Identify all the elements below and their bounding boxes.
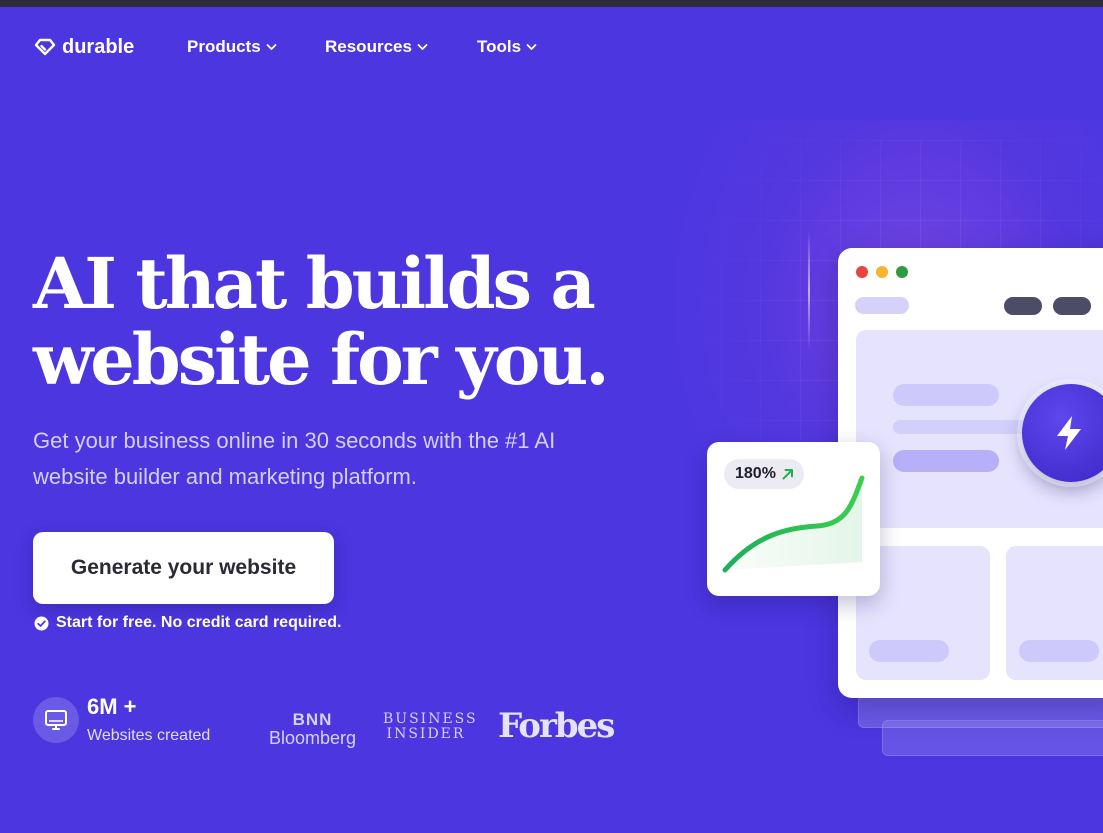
- bnn-bloomberg-logo: BNN Bloomberg: [265, 710, 360, 748]
- chevron-down-icon: [417, 44, 428, 50]
- window-dot-yellow: [876, 266, 888, 278]
- main-nav: durable Products Resources Tools: [34, 34, 537, 60]
- nav-tools-label: Tools: [477, 37, 522, 56]
- chevron-down-icon: [266, 44, 277, 50]
- chevron-down-icon: [526, 44, 537, 50]
- forbes-logo: Forbes: [498, 706, 615, 746]
- window-stack-shadow-front: [858, 694, 1103, 728]
- business-insider-logo: BUSINESS INSIDER: [383, 711, 478, 742]
- window-url-bar: [855, 297, 909, 314]
- preview-hero-line-3: [893, 450, 999, 472]
- monitor-icon-badge: [33, 697, 79, 743]
- hero-headline-line2: website for you.: [33, 318, 610, 401]
- preview-card-2-pill: [1019, 640, 1099, 662]
- bnn-logo-line1: BNN: [292, 710, 333, 729]
- growth-badge-value: 180%: [735, 465, 776, 482]
- free-note-text: Start for free. No credit card required.: [56, 614, 342, 631]
- background-light-line: [808, 230, 810, 350]
- diamond-logo-icon: [34, 38, 56, 56]
- nav-products[interactable]: Products: [187, 37, 277, 57]
- logo-text: durable: [62, 35, 135, 58]
- hero-subtitle: Get your business online in 30 seconds w…: [33, 428, 556, 489]
- bi-logo-line1: BUSINESS: [383, 711, 478, 727]
- hero-headline: AI that builds a website for you.: [33, 246, 673, 398]
- preview-hero-line-1: [893, 384, 999, 406]
- window-nav-pill-2: [1053, 297, 1091, 315]
- lightning-bolt-icon: [1057, 416, 1081, 450]
- preview-card-1-pill: [869, 640, 949, 662]
- logo-link[interactable]: durable: [34, 36, 134, 59]
- generate-website-button[interactable]: Generate your website: [33, 532, 334, 604]
- check-circle-icon: [34, 616, 49, 630]
- browser-top-bar: [0, 0, 1103, 7]
- window-dot-red: [856, 266, 868, 278]
- hero-headline-line1: AI that builds a: [33, 242, 596, 325]
- nav-resources[interactable]: Resources: [325, 37, 428, 57]
- nav-products-label: Products: [187, 37, 261, 56]
- websites-count-label: Websites created: [87, 727, 211, 744]
- nav-resources-label: Resources: [325, 37, 412, 56]
- arrow-up-right-icon: [782, 469, 793, 480]
- preview-hero-line-2: [893, 420, 1043, 434]
- bi-logo-line2: INSIDER: [386, 726, 466, 742]
- growth-badge: 180%: [724, 459, 804, 489]
- free-note: Start for free. No credit card required.: [34, 614, 341, 632]
- window-dot-green: [896, 266, 908, 278]
- window-nav-pill-1: [1004, 297, 1042, 315]
- monitor-icon: [45, 710, 67, 730]
- websites-count: 6M +: [87, 694, 137, 719]
- nav-tools[interactable]: Tools: [477, 37, 537, 57]
- bnn-logo-line2: Bloomberg: [268, 728, 357, 748]
- growth-card: 180%: [707, 442, 880, 596]
